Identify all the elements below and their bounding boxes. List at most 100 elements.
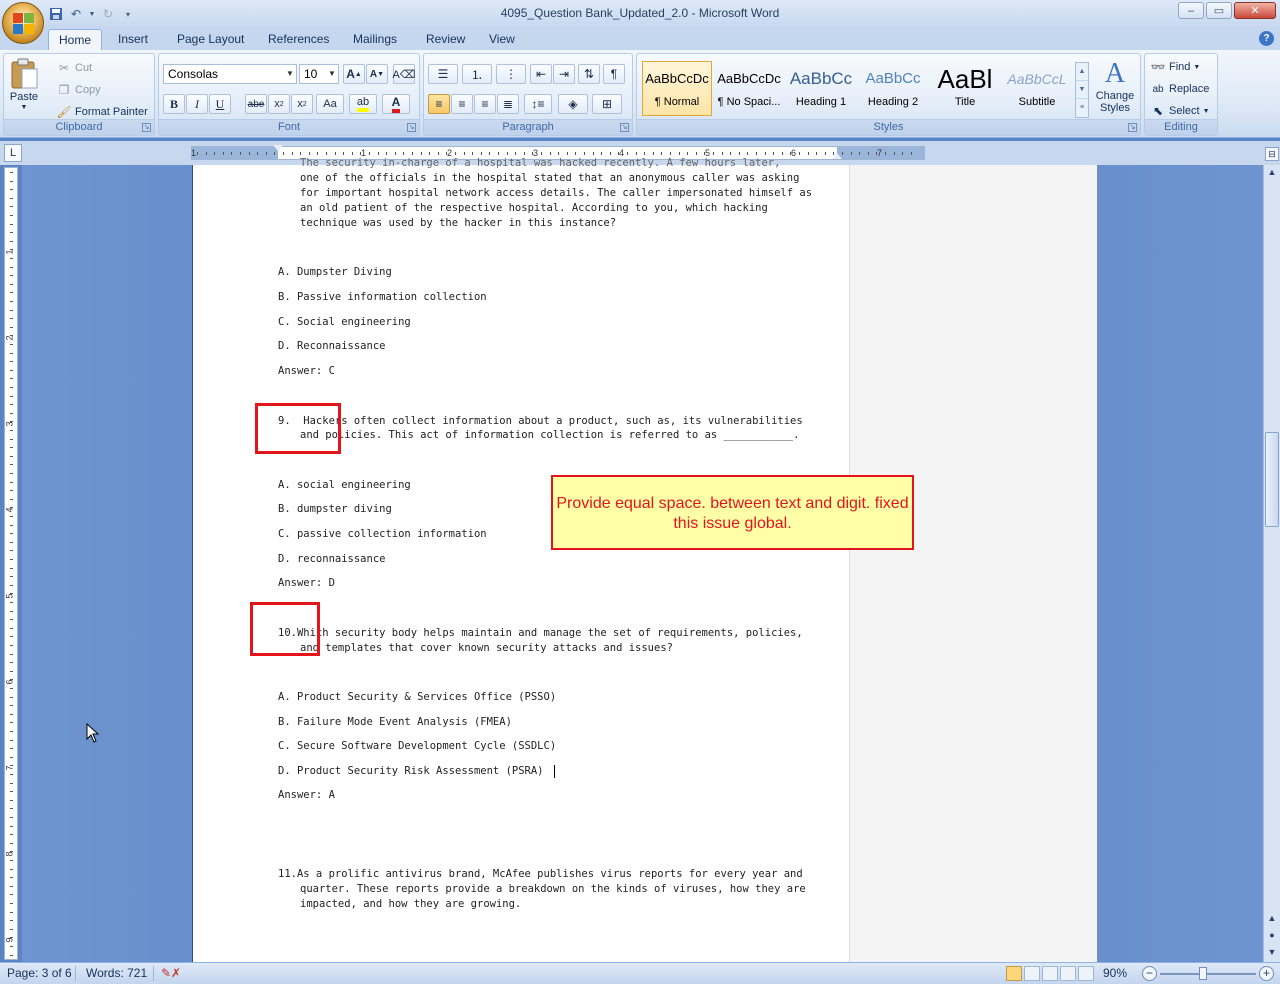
numbering-button[interactable]: ⒈ [462, 64, 492, 84]
change-case-button[interactable]: Aa [316, 94, 344, 114]
restore-button[interactable]: ▭ [1206, 2, 1232, 19]
gallery-down-icon[interactable]: ▼ [1076, 81, 1088, 99]
paste-dropdown-icon[interactable]: ▼ [21, 104, 28, 111]
ruler-tick [10, 756, 13, 758]
bullets-button[interactable]: ☰ [428, 64, 458, 84]
show-hide-button[interactable]: ¶ [603, 64, 625, 84]
ruler-tick [902, 152, 904, 155]
style-heading-2[interactable]: AaBbCc Heading 2 [858, 61, 928, 116]
styles-launcher-icon[interactable]: ↘ [1128, 123, 1137, 132]
web-layout-view-icon[interactable] [1042, 966, 1058, 981]
shrink-font-button[interactable]: A ▼ [366, 64, 388, 84]
font-name-value: Consolas [168, 67, 219, 81]
tab-view[interactable]: View [479, 29, 525, 50]
style-normal[interactable]: AaBbCcDc ¶ Normal [642, 61, 712, 116]
vertical-scrollbar[interactable]: ▲ ▲ ● ▼ [1263, 165, 1280, 962]
sort-button[interactable]: ⇅ [578, 64, 600, 84]
highlight-button[interactable]: ab [349, 94, 377, 114]
document-area[interactable] [22, 165, 1263, 962]
tab-mailings[interactable]: Mailings [343, 29, 407, 50]
q8-option-c: C. Social engineering [278, 316, 411, 328]
paste-button[interactable]: Paste ▼ [9, 58, 39, 111]
proofing-icon[interactable]: ✎✗ [161, 966, 181, 980]
styles-gallery-scroll[interactable]: ▲ ▼ ≡ [1075, 62, 1089, 118]
tab-home[interactable]: Home [48, 29, 103, 50]
scroll-up-icon[interactable]: ▲ [1265, 165, 1279, 179]
underline-button[interactable]: U [209, 94, 231, 114]
minimize-button[interactable]: – [1178, 2, 1204, 19]
copy-button[interactable]: ❐ Copy [56, 82, 101, 98]
shading-button[interactable]: ◈ [558, 94, 588, 114]
font-name-dropdown-icon[interactable]: ▼ [284, 65, 296, 83]
zoom-in-icon[interactable]: + [1259, 966, 1274, 981]
tab-insert[interactable]: Insert [108, 29, 158, 50]
cut-button[interactable]: ✂ Cut [56, 60, 92, 76]
ruler-tick [394, 152, 396, 155]
ruler-tick [308, 152, 310, 155]
font-name-combo[interactable]: Consolas ▼ [163, 64, 297, 84]
format-painter-button[interactable]: 🖌 Format Painter [56, 104, 147, 120]
draft-view-icon[interactable] [1078, 966, 1094, 981]
justify-button[interactable]: ≣ [497, 94, 519, 114]
browse-object-icon[interactable]: ● [1265, 928, 1279, 942]
zoom-slider-track[interactable] [1160, 973, 1256, 975]
subscript-button[interactable]: x2 [268, 94, 290, 114]
office-button[interactable] [2, 2, 44, 44]
font-size-dropdown-icon[interactable]: ▼ [326, 65, 338, 83]
increase-indent-button[interactable]: ⇥ [553, 64, 575, 84]
full-screen-reading-view-icon[interactable] [1024, 966, 1040, 981]
clipboard-launcher-icon[interactable]: ↘ [142, 123, 151, 132]
grow-font-button[interactable]: A ▲ [343, 64, 365, 84]
italic-button[interactable]: I [186, 94, 208, 114]
ruler-tick [291, 152, 293, 155]
bold-button[interactable]: B [163, 94, 185, 114]
view-ruler-icon[interactable]: ⊟ [1265, 147, 1279, 161]
page-count[interactable]: Page: 3 of 6 [7, 966, 72, 980]
zoom-level[interactable]: 90% [1103, 966, 1127, 980]
find-button[interactable]: 👓 Find ▼ [1150, 59, 1201, 75]
clear-formatting-button[interactable]: A⌫ [393, 64, 415, 84]
scroll-up-icon[interactable]: ▲ [1265, 911, 1279, 925]
question-11-line-1: 11.As a prolific antivirus brand, McAfee… [278, 868, 803, 880]
style-subtitle[interactable]: AaBbCcL Subtitle [1002, 61, 1072, 116]
style-no-spacing[interactable]: AaBbCcDc ¶ No Spaci... [714, 61, 784, 116]
align-right-button[interactable]: ≡ [474, 94, 496, 114]
zoom-out-icon[interactable]: − [1142, 966, 1157, 981]
zoom-slider-thumb[interactable] [1199, 967, 1207, 980]
tab-page-layout[interactable]: Page Layout [167, 29, 254, 50]
paragraph-launcher-icon[interactable]: ↘ [620, 123, 629, 132]
align-center-button[interactable]: ≡ [451, 94, 473, 114]
align-left-button[interactable]: ≡ [428, 94, 450, 114]
select-button[interactable]: ⬉ Select ▼ [1150, 103, 1210, 119]
ruler-number: 1 [191, 148, 197, 158]
ruler-tick [506, 152, 508, 155]
indent-marker-icon[interactable] [273, 145, 283, 151]
style-title[interactable]: AaBl Title [930, 61, 1000, 116]
font-size-combo[interactable]: 10 ▼ [299, 64, 339, 84]
superscript-button[interactable]: x2 [291, 94, 313, 114]
replace-button[interactable]: ab Replace [1150, 81, 1209, 97]
line-spacing-button[interactable]: ↕≡ [524, 94, 552, 114]
font-color-button[interactable]: A [382, 94, 410, 114]
word-count[interactable]: Words: 721 [86, 966, 147, 980]
print-layout-view-icon[interactable] [1006, 966, 1022, 981]
tab-review[interactable]: Review [416, 29, 475, 50]
close-button[interactable]: ✕ [1234, 2, 1276, 19]
gallery-more-icon[interactable]: ≡ [1076, 99, 1088, 117]
decrease-indent-button[interactable]: ⇤ [530, 64, 552, 84]
help-icon[interactable]: ? [1259, 31, 1274, 46]
borders-button[interactable]: ⊞ [592, 94, 622, 114]
ruler-tick [10, 524, 13, 526]
scroll-down-icon[interactable]: ▼ [1265, 945, 1279, 959]
font-launcher-icon[interactable]: ↘ [407, 123, 416, 132]
ruler-tick [10, 232, 13, 234]
strikethrough-button[interactable]: abe [245, 94, 267, 114]
tab-selector-icon[interactable]: L [4, 144, 22, 162]
style-heading-1[interactable]: AaBbCc Heading 1 [786, 61, 856, 116]
change-styles-button[interactable]: A Change Styles [1093, 58, 1137, 114]
gallery-up-icon[interactable]: ▲ [1076, 63, 1088, 81]
outline-view-icon[interactable] [1060, 966, 1076, 981]
multilevel-list-button[interactable]: ⋮ [496, 64, 526, 84]
tab-references[interactable]: References [258, 29, 339, 50]
scrollbar-thumb[interactable] [1265, 432, 1279, 527]
